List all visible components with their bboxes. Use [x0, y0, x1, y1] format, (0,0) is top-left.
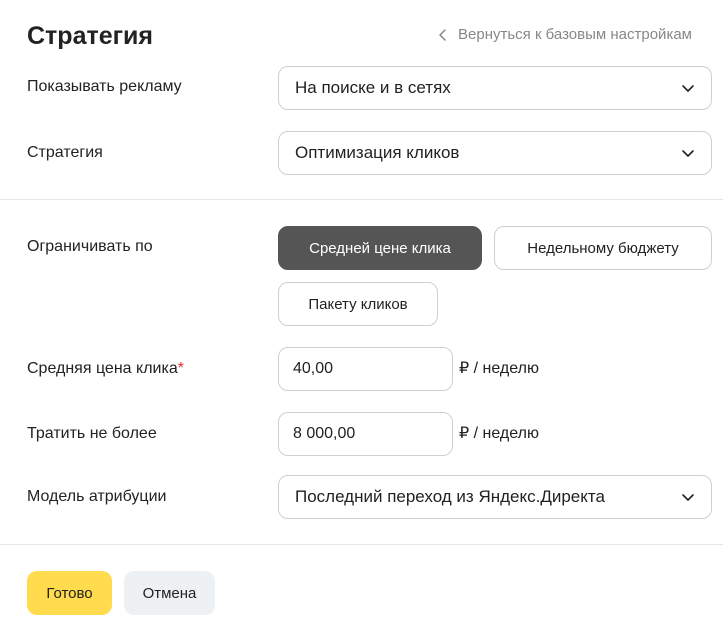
- chevron-left-icon: [439, 29, 446, 41]
- chevron-down-icon: [682, 85, 694, 92]
- back-link-label: Вернуться к базовым настройкам: [458, 26, 692, 43]
- show-ads-value: На поиске и в сетях: [295, 78, 451, 97]
- avg-click-price-label-text: Средняя цена клика: [27, 360, 178, 377]
- attribution-label: Модель атрибуции: [27, 488, 167, 505]
- page-title: Стратегия: [27, 22, 153, 50]
- footer-divider: [0, 544, 723, 545]
- chevron-down-icon: [682, 494, 694, 501]
- show-ads-label: Показывать рекламу: [27, 78, 182, 95]
- spend-limit-value: 8 000,00: [293, 425, 356, 442]
- attribution-select[interactable]: Последний переход из Яндекс.Директа: [278, 475, 712, 519]
- strategy-value: Оптимизация кликов: [295, 143, 460, 162]
- avg-click-price-value: 40,00: [293, 360, 334, 377]
- avg-click-price-label: Средняя цена клика*: [27, 358, 184, 380]
- spend-limit-input[interactable]: 8 000,00: [278, 412, 453, 456]
- spend-limit-unit: ₽ / неделю: [459, 425, 539, 442]
- required-mark: *: [177, 360, 184, 377]
- strategy-label: Стратегия: [27, 144, 103, 161]
- strategy-select[interactable]: Оптимизация кликов: [278, 131, 712, 175]
- back-to-basic-settings-link[interactable]: Вернуться к базовым настройкам: [436, 25, 692, 45]
- chevron-down-icon: [682, 150, 694, 157]
- avg-click-price-input[interactable]: 40,00: [278, 347, 453, 391]
- limit-by-weekly-budget-button[interactable]: Недельному бюджету: [494, 226, 712, 270]
- limit-by-click-package-button[interactable]: Пакету кликов: [278, 282, 438, 326]
- done-button[interactable]: Готово: [27, 571, 112, 615]
- spend-limit-label: Тратить не более: [27, 425, 157, 442]
- attribution-value: Последний переход из Яндекс.Директа: [295, 487, 605, 506]
- section-divider: [0, 199, 723, 200]
- avg-click-price-unit: ₽ / неделю: [459, 360, 539, 377]
- limit-by-label: Ограничивать по: [27, 238, 153, 255]
- limit-by-avg-click-price-button[interactable]: Средней цене клика: [278, 226, 482, 270]
- show-ads-select[interactable]: На поиске и в сетях: [278, 66, 712, 110]
- cancel-button[interactable]: Отмена: [124, 571, 215, 615]
